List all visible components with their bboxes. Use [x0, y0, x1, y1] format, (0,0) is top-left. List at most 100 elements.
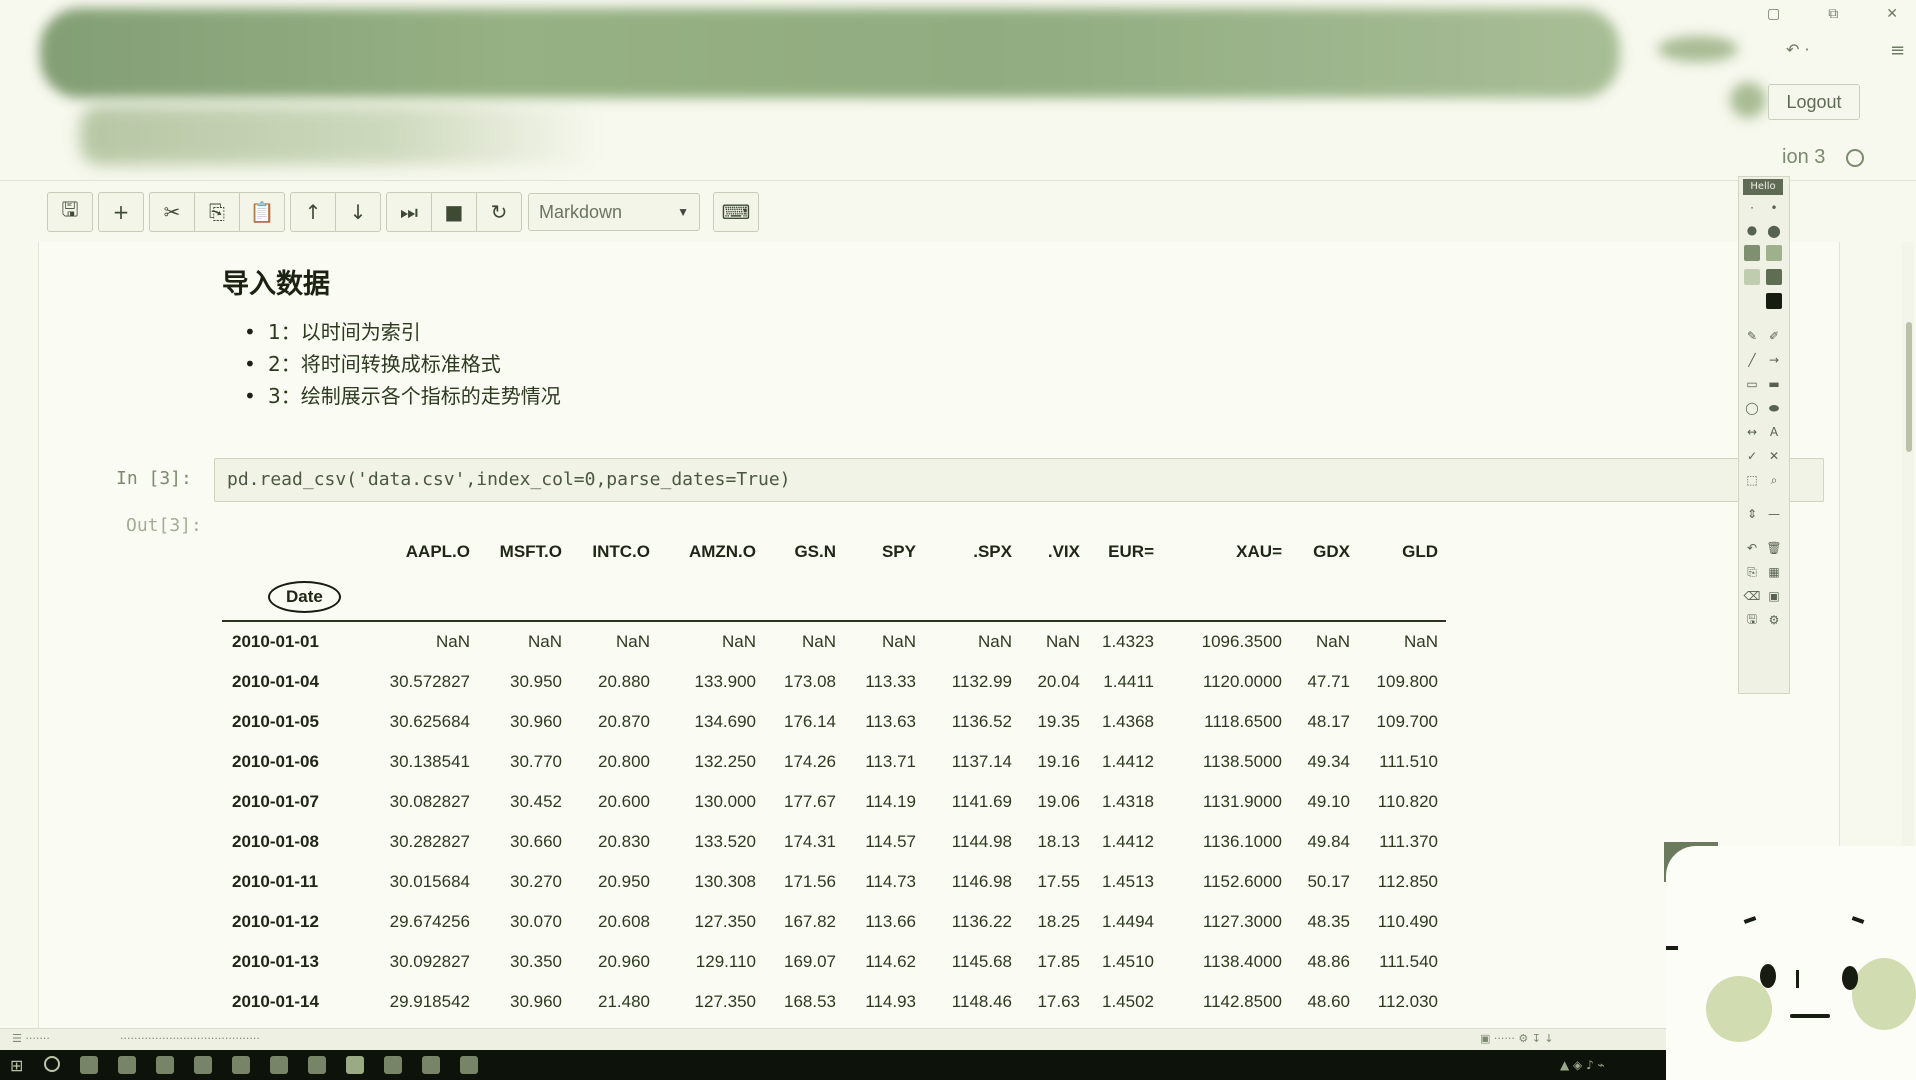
list-item: 1：以时间为索引 — [240, 316, 561, 348]
column-header: GDX — [1313, 542, 1350, 561]
app-icon[interactable] — [308, 1056, 326, 1074]
app-icon[interactable] — [194, 1056, 212, 1074]
table-cell: 19.35 — [1037, 712, 1080, 731]
color-swatch[interactable] — [1766, 293, 1782, 309]
filled-ellipse-icon[interactable]: ⬬ — [1765, 399, 1783, 417]
app-icon[interactable] — [460, 1056, 478, 1074]
color-swatch[interactable] — [1744, 269, 1760, 285]
folder-icon[interactable] — [156, 1056, 174, 1074]
save-icon[interactable]: 🖫 — [47, 192, 93, 232]
index-header-row: Date — [222, 574, 1446, 622]
dataframe-body: 2010-01-01 NaN NaN NaN NaN NaN NaN NaN NaN 1.4323… — [222, 621, 1446, 1022]
table-cell: 1096.3500 — [1201, 632, 1282, 651]
table-cell: 113.33 — [865, 672, 916, 691]
step-forward-icon[interactable]: ⏭ — [386, 192, 432, 232]
maximize-icon[interactable]: ⧉ — [1828, 6, 1838, 22]
restore-icon[interactable]: ▢ — [1767, 6, 1780, 22]
table-cell: 129.110 — [695, 952, 756, 971]
table-cell: 1141.69 — [951, 792, 1012, 811]
table-row: 2010-01-13 30.092827 30.350 20.960 129.110 16… — [222, 942, 1446, 982]
zoom-icon[interactable]: ⌕ — [1765, 471, 1783, 489]
table-cell: 20.870 — [598, 712, 650, 731]
table-cell: 1138.4000 — [1202, 952, 1282, 971]
xl-dot-icon[interactable]: ● — [1765, 221, 1783, 240]
eraser-icon[interactable]: ⌫ — [1743, 587, 1761, 605]
small-dot-icon[interactable]: · — [1743, 199, 1761, 217]
copy-icon[interactable]: ⎘ — [194, 192, 240, 232]
double-arrow-icon[interactable]: ↔ — [1743, 423, 1761, 441]
system-tray[interactable]: ▲ ◈ ♪ ⌁ — [1560, 1058, 1605, 1072]
app-icon[interactable] — [232, 1056, 250, 1074]
stop-icon[interactable]: ■ — [431, 192, 477, 232]
table-cell: 19.16 — [1037, 752, 1080, 771]
windows-start-icon[interactable]: ⊞ — [10, 1056, 28, 1075]
panel-label: Hello — [1743, 179, 1783, 195]
table-cell: 1148.46 — [951, 992, 1012, 1011]
close-icon[interactable]: ✕ — [1886, 6, 1898, 22]
minus-icon[interactable]: — — [1765, 505, 1783, 523]
blurred-toolbar — [80, 105, 600, 165]
large-dot-icon[interactable]: ● — [1743, 221, 1761, 239]
filled-rectangle-icon[interactable]: ▬ — [1765, 375, 1783, 393]
medium-dot-icon[interactable]: • — [1765, 199, 1783, 217]
pen-icon[interactable]: ✎ — [1743, 327, 1761, 345]
arrow-line-icon[interactable]: → — [1765, 351, 1783, 369]
app-icon[interactable] — [270, 1056, 288, 1074]
save-draw-icon[interactable]: 🖫 — [1743, 611, 1761, 629]
search-icon[interactable] — [44, 1056, 60, 1072]
table-cell: 130.000 — [694, 792, 756, 811]
table-cell: 114.19 — [865, 792, 916, 811]
app-icon[interactable] — [384, 1056, 402, 1074]
table-cell: 30.452 — [510, 792, 562, 811]
trash-icon[interactable]: 🗑 — [1765, 539, 1783, 557]
rectangle-icon[interactable]: ▭ — [1743, 375, 1761, 393]
color-swatch[interactable] — [1744, 245, 1760, 261]
column-header: MSFT.O — [499, 542, 562, 561]
plus-icon[interactable]: + — [98, 192, 144, 232]
restart-icon[interactable]: ↻ — [476, 192, 522, 232]
menu-icon[interactable]: ≡ — [1890, 40, 1905, 61]
ellipse-icon[interactable]: ◯ — [1743, 399, 1761, 417]
cut-icon[interactable]: ✂ — [149, 192, 195, 232]
logout-button[interactable]: Logout — [1768, 84, 1860, 120]
copy-draw-icon[interactable]: ⎘ — [1743, 563, 1761, 581]
cross-icon[interactable]: ✕ — [1765, 447, 1783, 465]
table-cell: 1.4502 — [1102, 992, 1154, 1011]
active-app-icon[interactable] — [346, 1056, 364, 1074]
settings-icon[interactable]: ⚙ — [1765, 611, 1783, 629]
undo-icon[interactable]: ↶ · — [1786, 40, 1810, 59]
table-cell: 114.62 — [865, 952, 916, 971]
cell-type-select[interactable]: Markdown ▼ — [528, 193, 700, 231]
paste-icon[interactable]: 📋 — [239, 192, 285, 232]
move-icon[interactable]: ⇕ — [1743, 505, 1761, 523]
kernel-status-icon — [1846, 149, 1864, 167]
select-icon[interactable]: ⬚ — [1743, 471, 1761, 489]
arrow-down-icon[interactable]: ↓ — [335, 192, 381, 232]
image-icon[interactable]: ▦ — [1765, 563, 1783, 581]
table-cell: 1.4412 — [1102, 832, 1154, 851]
code-input[interactable]: pd.read_csv('data.csv',index_col=0,parse… — [214, 458, 1824, 502]
keyboard-icon[interactable]: ⌨ — [713, 192, 759, 232]
task-view-icon[interactable] — [80, 1056, 98, 1074]
table-cell: NaN — [977, 632, 1012, 651]
screen-icon[interactable]: ▣ — [1765, 587, 1783, 605]
arrow-up-icon[interactable]: ↑ — [290, 192, 336, 232]
text-icon[interactable]: A — [1765, 423, 1783, 441]
table-cell: NaN — [527, 632, 562, 651]
app-icon[interactable] — [422, 1056, 440, 1074]
window-controls: ▢ ⧉ ✕ — [1767, 6, 1898, 22]
table-cell: NaN — [1315, 632, 1350, 651]
table-cell: 133.520 — [694, 832, 756, 851]
markdown-list: 1：以时间为索引 2：将时间转换成标准格式 3：绘制展示各个指标的走势情况 — [240, 316, 561, 412]
check-icon[interactable]: ✓ — [1743, 447, 1761, 465]
annotation-tool-panel: Hello · • ● ● ✎ ✐ ╱ → ▭ ▬ ◯ ⬬ ↔ A ✓ ✕ ⬚ … — [1738, 176, 1790, 694]
blurred-header — [40, 8, 1620, 98]
color-swatch[interactable] — [1766, 245, 1782, 261]
line-icon[interactable]: ╱ — [1743, 351, 1761, 369]
color-swatch[interactable] — [1766, 269, 1782, 285]
table-cell: 30.950 — [510, 672, 562, 691]
browser-icon[interactable] — [118, 1056, 136, 1074]
marker-icon[interactable]: ✐ — [1765, 327, 1783, 345]
scrollbar-thumb[interactable] — [1906, 322, 1912, 452]
undo-draw-icon[interactable]: ↶ — [1743, 539, 1761, 557]
